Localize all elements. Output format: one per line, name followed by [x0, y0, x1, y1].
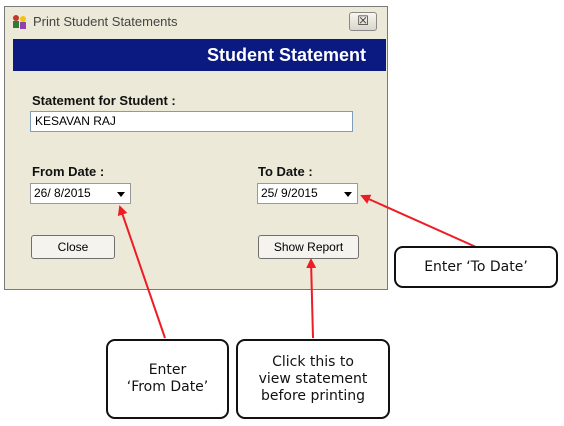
to-date-callout: Enter ‘To Date’	[394, 246, 558, 288]
show-report-callout: Click this to view statement before prin…	[236, 339, 390, 419]
from-date-arrow	[117, 205, 166, 339]
from-date-callout: Enter ‘From Date’	[106, 339, 229, 419]
to-date-arrow	[360, 194, 477, 248]
show-report-arrow	[306, 258, 317, 339]
